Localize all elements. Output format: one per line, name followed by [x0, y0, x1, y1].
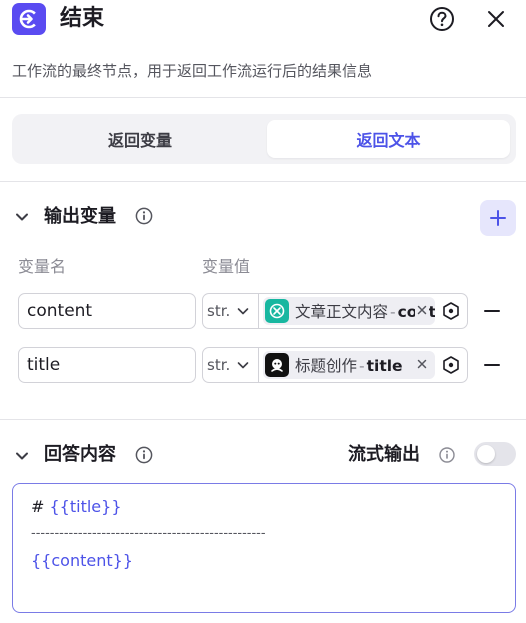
minus-icon [484, 310, 500, 312]
chevron-down-icon[interactable] [14, 448, 30, 464]
title-agent-icon [265, 353, 289, 377]
editor-line-2: ----------------------------------------… [31, 526, 266, 541]
type-select[interactable]: str. [203, 294, 259, 328]
editor-line-1: # {{title}} [31, 497, 122, 516]
close-icon[interactable] [482, 5, 510, 33]
type-select[interactable]: str. [203, 348, 259, 382]
tab-return-text[interactable]: 返回文本 [267, 120, 510, 158]
reference-text: 文章正文内容-content [295, 303, 435, 321]
chevron-down-icon [237, 362, 249, 369]
stream-output-label: 流式输出 [348, 444, 420, 465]
toggle-knob [477, 445, 495, 463]
chevron-down-icon [237, 308, 249, 315]
column-header-name: 变量名 [18, 257, 67, 276]
tab-return-variables[interactable]: 返回变量 [18, 120, 262, 158]
variable-picker-icon[interactable] [441, 355, 461, 375]
answer-section-title: 回答内容 [44, 444, 116, 465]
variable-picker-icon[interactable] [441, 301, 461, 321]
reference-text: 标题创作 - title [295, 357, 403, 375]
type-label: str. [207, 302, 231, 320]
variable-name-input[interactable]: content [18, 293, 196, 329]
stream-output-toggle[interactable] [474, 442, 516, 466]
variable-reference-chip[interactable]: 标题创作 - title [263, 351, 435, 379]
node-title: 结束 [60, 6, 105, 31]
doc-agent-icon [265, 299, 289, 323]
column-header-value: 变量值 [202, 257, 251, 276]
add-variable-button[interactable] [480, 200, 516, 236]
info-icon[interactable] [135, 207, 153, 225]
minus-icon [484, 364, 500, 366]
variable-name-input[interactable]: title [18, 347, 196, 383]
info-icon[interactable] [438, 446, 456, 464]
variable-reference-chip[interactable]: 文章正文内容-content [263, 297, 435, 325]
type-label: str. [207, 356, 231, 374]
section-divider [0, 419, 526, 420]
editor-line-3: {{content}} [31, 551, 133, 570]
remove-reference-icon[interactable] [415, 357, 429, 371]
info-icon[interactable] [135, 446, 153, 464]
remove-row-button[interactable] [476, 356, 508, 374]
node-description: 工作流的最终节点，用于返回工作流运行后的结果信息 [12, 62, 373, 80]
variable-value-field: str. 文章正文内容-content [202, 293, 468, 329]
variable-value-field: str. 标题创作 - title [202, 347, 468, 383]
end-node-icon [12, 3, 46, 35]
tabs-divider [0, 181, 526, 182]
help-icon[interactable] [428, 5, 456, 33]
output-section-title: 输出变量 [44, 206, 116, 227]
remove-reference-icon[interactable] [415, 303, 429, 317]
remove-row-button[interactable] [476, 302, 508, 320]
return-mode-tabs: 返回变量 返回文本 [12, 114, 516, 164]
answer-content-editor[interactable]: # {{title}} ----------------------------… [12, 483, 516, 613]
chevron-down-icon[interactable] [14, 209, 30, 225]
header-divider [0, 97, 526, 98]
template-variable: {{title}} [49, 497, 122, 516]
